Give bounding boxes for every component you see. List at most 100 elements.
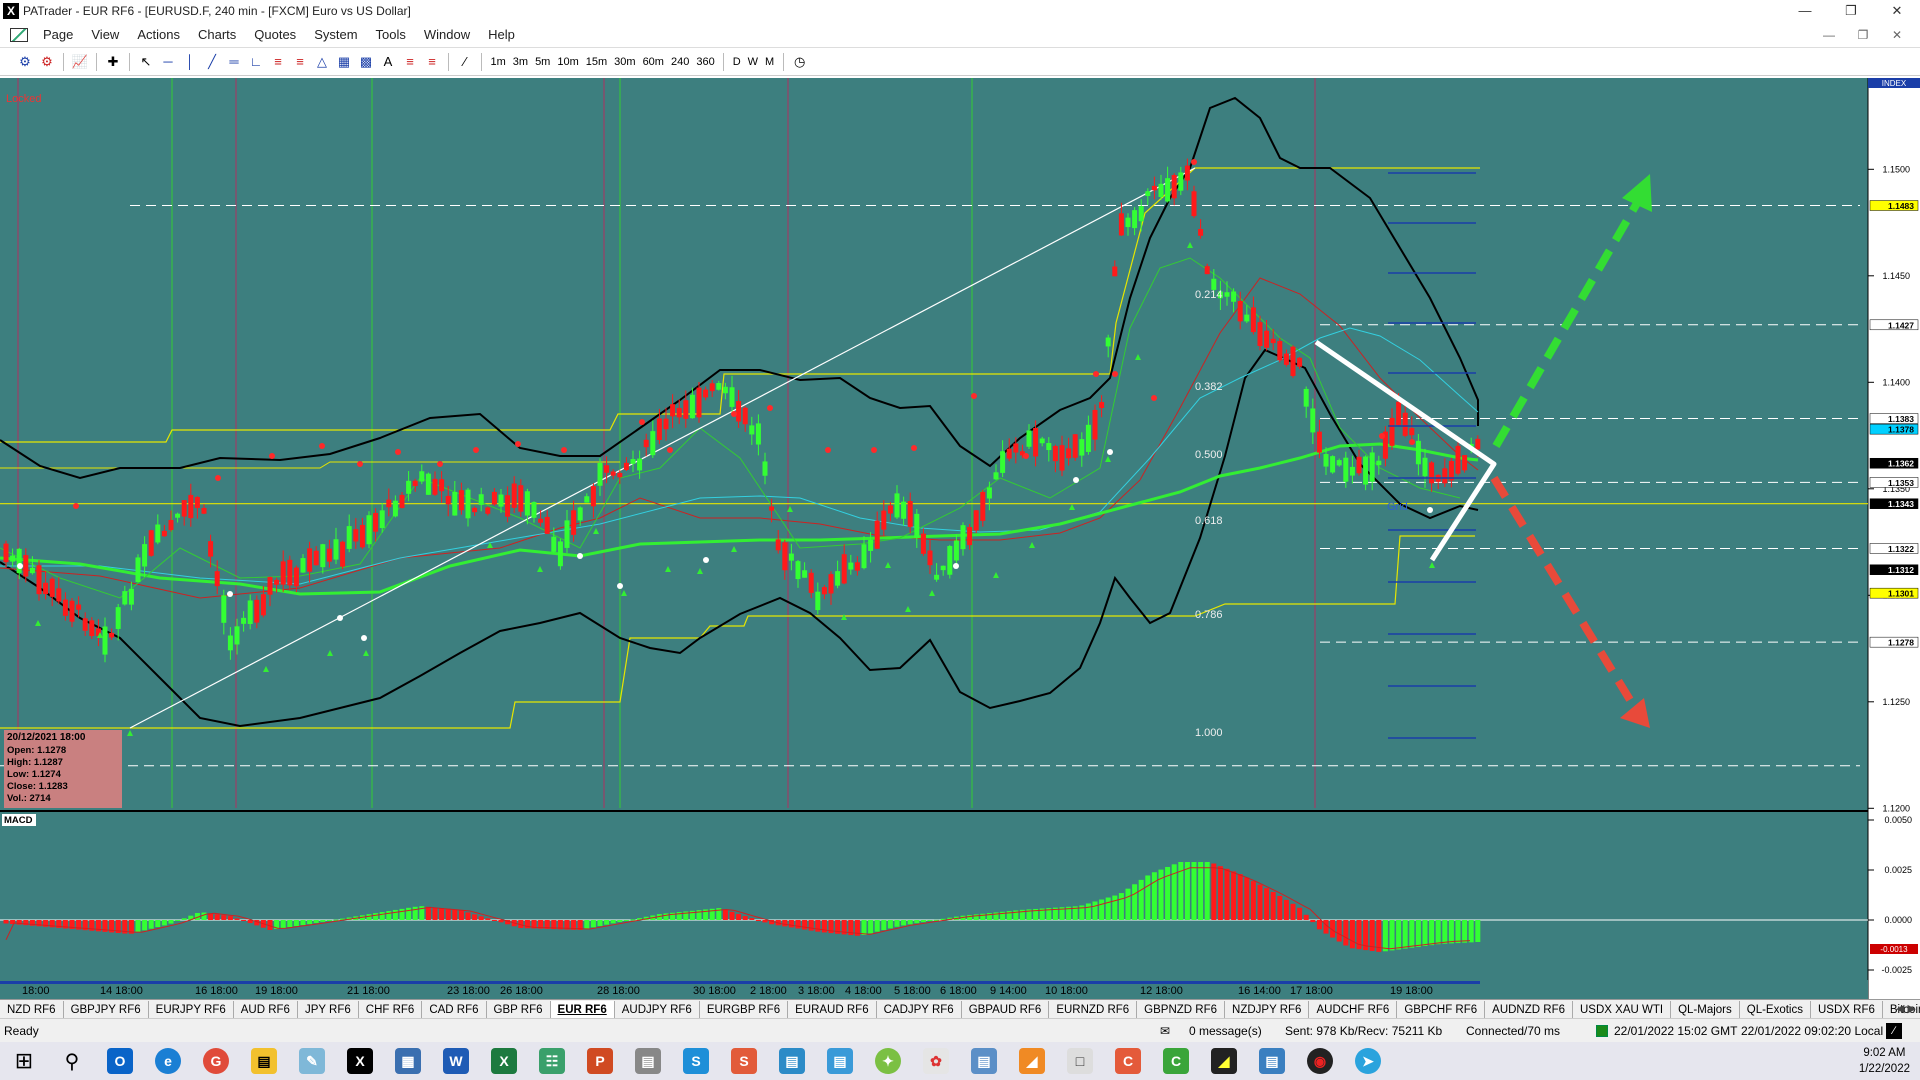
tab-scroll-icon[interactable]: ◀ ▶ <box>1896 1000 1916 1018</box>
app-icon-2[interactable]: ☷ <box>528 1042 576 1080</box>
menu-page[interactable]: Page <box>34 27 82 42</box>
app-icon-9[interactable]: ▤ <box>960 1042 1008 1080</box>
fibonacci-retracement-icon[interactable]: ≡ <box>270 54 286 70</box>
tab-aud-rf6[interactable]: AUD RF6 <box>234 1000 298 1019</box>
main-panel[interactable] <box>0 78 1868 810</box>
tab-eurgbp-rf6[interactable]: EURGBP RF6 <box>700 1000 789 1019</box>
app-icon-13[interactable]: C <box>1152 1042 1200 1080</box>
mail-icon[interactable]: ✉ <box>1160 1024 1170 1038</box>
clock-icon[interactable]: ◷ <box>792 54 808 70</box>
timeframe-240[interactable]: 240 <box>667 56 692 68</box>
minimize-icon[interactable]: — <box>1782 0 1828 22</box>
pattern-icon[interactable]: ≡ <box>424 54 440 70</box>
horizontal-line-icon[interactable]: ─ <box>160 54 176 70</box>
timeframe-30m[interactable]: 30m <box>611 56 639 68</box>
tab-nzd-rf6[interactable]: NZD RF6 <box>0 1000 64 1019</box>
tab-audjpy-rf6[interactable]: AUDJPY RF6 <box>615 1000 700 1019</box>
telegram-icon[interactable]: ➤ <box>1344 1042 1392 1080</box>
timeframe-3m[interactable]: 3m <box>509 56 531 68</box>
crosshair-icon[interactable]: ✚ <box>105 54 121 70</box>
tab-chf-rf6[interactable]: CHF RF6 <box>359 1000 423 1019</box>
system-clock[interactable]: 9:02 AM 1/22/2022 <box>1859 1045 1910 1077</box>
tab-eur-rf6[interactable]: EUR RF6 <box>550 1000 615 1019</box>
tab-audnzd-rf6[interactable]: AUDNZD RF6 <box>1485 1000 1573 1019</box>
chart-page-icon[interactable] <box>10 27 28 42</box>
app-icon-6[interactable]: ▤ <box>816 1042 864 1080</box>
timeframe-360[interactable]: 360 <box>693 56 718 68</box>
timeframe-5m[interactable]: 5m <box>532 56 554 68</box>
tab-gbpnzd-rf6[interactable]: GBPNZD RF6 <box>1137 1000 1226 1019</box>
skype-icon[interactable]: S <box>672 1042 720 1080</box>
child-restore-icon[interactable]: ❐ <box>1846 28 1880 42</box>
tab-eurjpy-rf6[interactable]: EURJPY RF6 <box>149 1000 234 1019</box>
restore-icon[interactable]: ❐ <box>1828 0 1874 22</box>
timeframe-weekly[interactable]: W <box>744 56 761 68</box>
timeframe-1m[interactable]: 1m <box>487 56 509 68</box>
tab-ql-majors[interactable]: QL-Majors <box>1671 1000 1740 1019</box>
edge-icon[interactable]: e <box>144 1042 192 1080</box>
menu-help[interactable]: Help <box>479 27 524 42</box>
chart-window[interactable]: INDEX 0.214 0.382 0.500 0.618 0.786 1.00… <box>0 78 1920 1000</box>
grid-icon[interactable]: ▩ <box>358 54 374 70</box>
fan-icon[interactable]: ∟ <box>248 54 264 70</box>
app-icon-7[interactable]: ✦ <box>864 1042 912 1080</box>
excel-icon[interactable]: X <box>480 1042 528 1080</box>
app-icon-14[interactable]: ◢ <box>1200 1042 1248 1080</box>
app-icon-11[interactable]: □ <box>1056 1042 1104 1080</box>
pointer-icon[interactable]: ↖ <box>138 54 154 70</box>
fibonacci-extension-icon[interactable]: ≡ <box>292 54 308 70</box>
tab-ql-exotics[interactable]: QL-Exotics <box>1740 1000 1811 1019</box>
tab-nzdjpy-rf6[interactable]: NZDJPY RF6 <box>1225 1000 1310 1019</box>
tab-usdx-xau-wti[interactable]: USDX XAU WTI <box>1573 1000 1672 1019</box>
app-icon-3[interactable]: ▤ <box>624 1042 672 1080</box>
powerpoint-icon[interactable]: P <box>576 1042 624 1080</box>
price-chart[interactable]: INDEX 0.214 0.382 0.500 0.618 0.786 1.00… <box>0 78 1920 1000</box>
app-icon-10[interactable]: ◢ <box>1008 1042 1056 1080</box>
timeframe-15m[interactable]: 15m <box>582 56 610 68</box>
calculator-icon[interactable]: ▦ <box>384 1042 432 1080</box>
tab-gbpchf-rf6[interactable]: GBPCHF RF6 <box>1397 1000 1486 1019</box>
tab-usdx-rf6[interactable]: USDX RF6 <box>1811 1000 1883 1019</box>
tab-gbpaud-rf6[interactable]: GBPAUD RF6 <box>962 1000 1050 1019</box>
menu-tools[interactable]: Tools <box>367 27 415 42</box>
app-icon-5[interactable]: ▤ <box>768 1042 816 1080</box>
child-minimize-icon[interactable]: — <box>1812 28 1846 42</box>
file-explorer-icon[interactable]: ▤ <box>240 1042 288 1080</box>
menu-quotes[interactable]: Quotes <box>245 27 305 42</box>
search-icon[interactable]: ⚲ <box>48 1042 96 1080</box>
child-close-icon[interactable]: ✕ <box>1880 28 1914 42</box>
levels-icon[interactable]: ≡ <box>402 54 418 70</box>
tab-cad-rf6[interactable]: CAD RF6 <box>422 1000 487 1019</box>
timeframe-daily[interactable]: D <box>729 56 744 68</box>
resize-grip-icon[interactable]: ∕ <box>1886 1022 1902 1039</box>
vertical-line-icon[interactable]: │ <box>182 54 198 70</box>
timeframe-10m[interactable]: 10m <box>554 56 582 68</box>
menu-window[interactable]: Window <box>415 27 479 42</box>
timeframe-60m[interactable]: 60m <box>639 56 667 68</box>
app-icon-1[interactable]: ✎ <box>288 1042 336 1080</box>
menu-charts[interactable]: Charts <box>189 27 245 42</box>
app-icon-12[interactable]: C <box>1104 1042 1152 1080</box>
app-icon-16[interactable]: ◉ <box>1296 1042 1344 1080</box>
chrome-icon[interactable]: G <box>192 1042 240 1080</box>
word-icon[interactable]: W <box>432 1042 480 1080</box>
menu-system[interactable]: System <box>305 27 366 42</box>
macd-panel[interactable] <box>0 812 1868 982</box>
app-icon-4[interactable]: S <box>720 1042 768 1080</box>
app-icon-8[interactable]: ✿ <box>912 1042 960 1080</box>
tab-cadjpy-rf6[interactable]: CADJPY RF6 <box>877 1000 962 1019</box>
indicator-icon[interactable]: ∕ <box>457 54 473 70</box>
tab-eurnzd-rf6[interactable]: EURNZD RF6 <box>1049 1000 1138 1019</box>
connect-icon[interactable]: ⚙ <box>17 54 33 70</box>
fibonacci-fan-icon[interactable]: △ <box>314 54 330 70</box>
tab-euraud-rf6[interactable]: EURAUD RF6 <box>788 1000 877 1019</box>
tab-audchf-rf6[interactable]: AUDCHF RF6 <box>1309 1000 1398 1019</box>
start-icon[interactable]: ⊞ <box>0 1042 48 1080</box>
status-messages[interactable]: 0 message(s) <box>1189 1024 1262 1038</box>
trend-line-icon[interactable]: ╱ <box>204 54 220 70</box>
outlook-icon[interactable]: O <box>96 1042 144 1080</box>
tab-jpy-rf6[interactable]: JPY RF6 <box>298 1000 359 1019</box>
text-icon[interactable]: A <box>380 54 396 70</box>
gann-icon[interactable]: ▦ <box>336 54 352 70</box>
close-icon[interactable]: ✕ <box>1874 0 1920 22</box>
